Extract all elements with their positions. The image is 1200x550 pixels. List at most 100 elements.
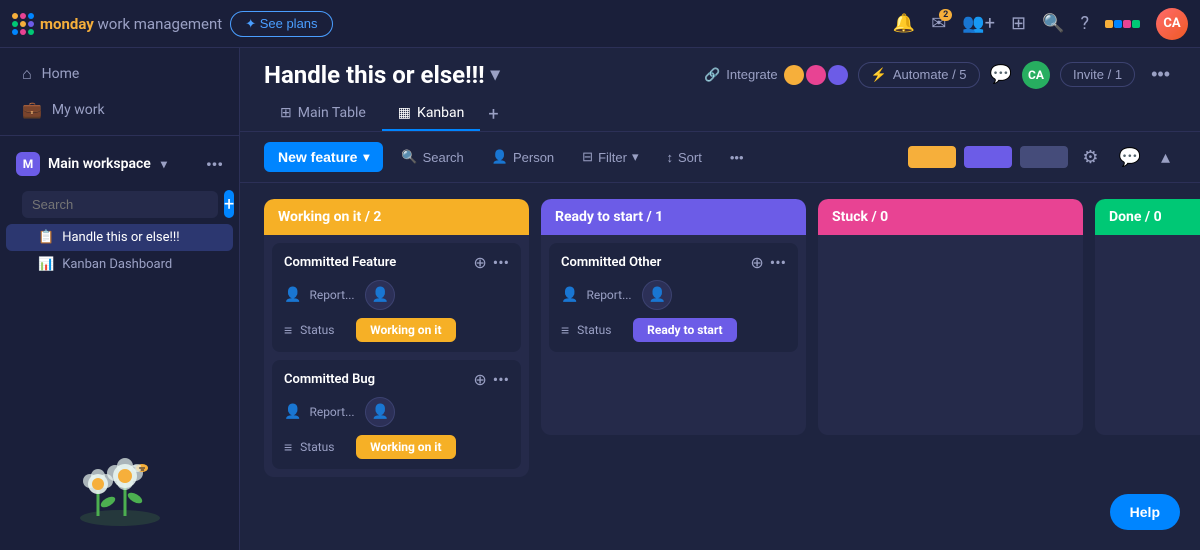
sidebar-item-home[interactable]: ⌂ Home (6, 56, 233, 92)
integrate-avatar-icons (784, 65, 848, 85)
chevron-down-icon: ▾ (161, 157, 167, 171)
status-badge[interactable]: Working on it (356, 318, 455, 342)
person-avatar[interactable]: 👤 (642, 280, 672, 310)
automate-button[interactable]: ⚡ Automate / 5 (858, 62, 980, 88)
person-avatar[interactable]: 👤 (365, 397, 395, 427)
mail-badge: 2 (939, 9, 952, 21)
board-user-avatar: CA (1022, 61, 1050, 89)
more-icon[interactable]: ••• (493, 253, 509, 272)
status-badge[interactable]: Ready to start (633, 318, 736, 342)
person-button[interactable]: 👤 Person (482, 143, 564, 171)
kanban-icon: ▦ (398, 105, 411, 121)
person-icon: 👤 (492, 149, 508, 165)
column-body-done (1095, 235, 1200, 435)
user-avatar[interactable]: CA (1156, 8, 1188, 40)
card-header: Committed Bug ⊕ ••• (284, 370, 509, 389)
sort-button[interactable]: ↕ Sort (657, 144, 712, 171)
card-reporter-field: 👤 Report... 👤 (561, 280, 786, 310)
person-avatar[interactable]: 👤 (365, 280, 395, 310)
column-header-working: Working on it / 2 (264, 199, 529, 235)
search-input[interactable] (22, 191, 218, 218)
chevron-down-icon[interactable]: ▾ (491, 64, 500, 85)
sidebar-item-mywork[interactable]: 💼 My work (6, 92, 233, 127)
settings-icon[interactable]: ⚙ (1076, 143, 1104, 172)
toolbar: New feature ▾ 🔍 Search 👤 Person ⊟ Filter… (240, 132, 1200, 183)
card-header: Committed Other ⊕ ••• (561, 253, 786, 272)
invite-button[interactable]: Invite / 1 (1060, 62, 1135, 87)
column-body-stuck (818, 235, 1083, 435)
search-button[interactable]: 🔍 Search (391, 143, 473, 171)
add-button[interactable]: + (224, 190, 234, 218)
card-reporter-field: 👤 Report... 👤 (284, 397, 509, 427)
workspace-label: Main workspace (48, 156, 151, 172)
home-label: Home (42, 66, 80, 82)
status-label: Status (300, 440, 348, 454)
status-badge[interactable]: Working on it (356, 435, 455, 459)
table-icon: ⊞ (280, 105, 292, 121)
card-title: Committed Feature (284, 255, 396, 270)
main-layout: ⌂ Home 💼 My work M Main workspace ▾ ••• … (0, 48, 1200, 550)
board-title-row: Handle this or else!!! ▾ 🔗 Integrate (264, 60, 1176, 89)
color-pill-purple[interactable] (964, 146, 1012, 168)
tab-main-table[interactable]: ⊞ Main Table (264, 97, 382, 131)
integrate-button[interactable]: 🔗 Integrate (704, 65, 848, 85)
status-icon: ≡ (284, 439, 292, 456)
logo-text: monday work management (40, 15, 222, 33)
filter-button[interactable]: ⊟ Filter ▾ (572, 143, 648, 171)
card-actions: ⊕ ••• (750, 253, 786, 272)
kanban-card: Committed Feature ⊕ ••• 👤 Report... 👤 (272, 243, 521, 352)
sidebar-item-board-kanban[interactable]: 📊 Kanban Dashboard (6, 251, 233, 278)
card-title: Committed Other (561, 255, 661, 270)
help-button[interactable]: Help (1110, 494, 1180, 530)
bell-icon[interactable]: 🔔 (893, 13, 915, 34)
nav-icons: 🔔 ✉ 2 👥+ ⊞ 🔍 ? CA (893, 8, 1188, 40)
sidebar-illustration (0, 430, 239, 542)
chevron-down-icon: ▾ (363, 150, 369, 164)
chat-icon[interactable]: 💬 (1113, 143, 1147, 172)
reporter-label: Report... (586, 288, 634, 302)
home-icon: ⌂ (22, 64, 32, 84)
sidebar-item-board-handle[interactable]: 📋 Handle this or else!!! (6, 224, 233, 251)
color-pill-orange[interactable] (908, 146, 956, 168)
add-person-icon[interactable]: ⊕ (473, 253, 486, 272)
workspace-header[interactable]: M Main workspace ▾ ••• (0, 144, 239, 184)
board-more-icon[interactable]: ••• (1145, 60, 1176, 89)
card-status-field: ≡ Status Working on it (284, 435, 509, 459)
more-icon[interactable]: ••• (770, 253, 786, 272)
more-options-button[interactable]: ••• (720, 144, 754, 171)
sort-label: Sort (678, 150, 702, 165)
person-icon: 👤 (284, 404, 301, 420)
mywork-icon: 💼 (22, 100, 42, 119)
filter-chevron-icon: ▾ (632, 149, 639, 165)
column-header-ready: Ready to start / 1 (541, 199, 806, 235)
more-icon[interactable]: ••• (493, 370, 509, 389)
card-reporter-field: 👤 Report... 👤 (284, 280, 509, 310)
add-person-icon[interactable]: ⊕ (473, 370, 486, 389)
search-icon[interactable]: 🔍 (1042, 13, 1064, 34)
workspace-more-icon[interactable]: ••• (206, 155, 223, 174)
logo-grid-icon (12, 13, 34, 35)
mywork-label: My work (52, 102, 105, 118)
color-pill-gray[interactable] (1020, 146, 1068, 168)
add-user-icon[interactable]: 👥+ (962, 13, 995, 34)
mail-icon[interactable]: ✉ 2 (931, 13, 946, 34)
column-body-ready: Committed Other ⊕ ••• 👤 Report... 👤 (541, 235, 806, 435)
see-plans-button[interactable]: ✦ See plans (230, 11, 332, 37)
add-tab-button[interactable]: + (480, 100, 506, 129)
card-actions: ⊕ ••• (473, 253, 509, 272)
tab-kanban[interactable]: ▦ Kanban (382, 97, 481, 131)
kanban-card: Committed Bug ⊕ ••• 👤 Report... 👤 (272, 360, 521, 469)
new-feature-button[interactable]: New feature ▾ (264, 142, 383, 172)
collapse-icon[interactable]: ▴ (1155, 143, 1176, 172)
sort-icon: ↕ (667, 150, 674, 165)
avatar-icon: 👤 (372, 404, 389, 420)
comment-icon[interactable]: 💬 (990, 64, 1012, 85)
sidebar: ⌂ Home 💼 My work M Main workspace ▾ ••• … (0, 48, 240, 550)
add-person-icon[interactable]: ⊕ (750, 253, 763, 272)
reporter-label: Report... (309, 288, 357, 302)
reporter-label: Report... (309, 405, 357, 419)
board-icon: 📋 (38, 230, 54, 245)
apps-icon[interactable]: ⊞ (1011, 13, 1026, 34)
kanban-column-stuck: Stuck / 0 (818, 199, 1083, 435)
help-icon[interactable]: ? (1080, 13, 1089, 34)
